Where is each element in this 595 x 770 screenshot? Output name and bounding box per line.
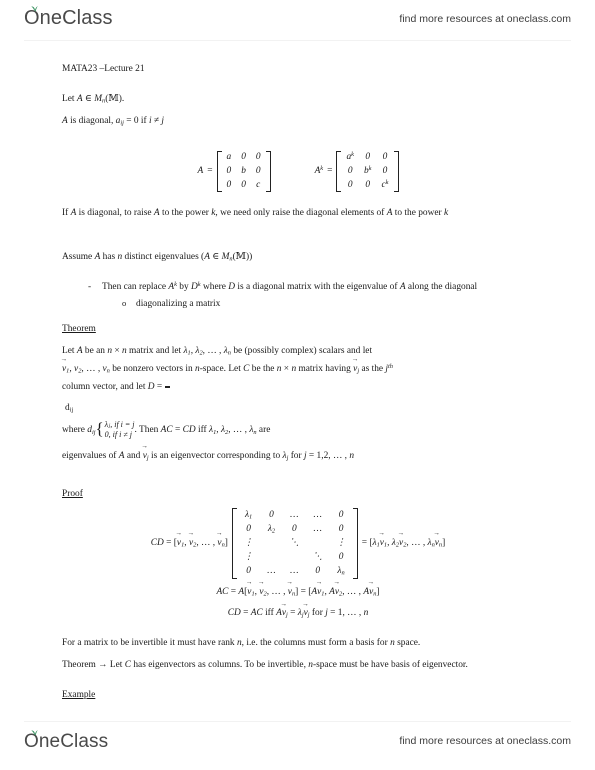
theorem-heading: Theorem bbox=[62, 324, 96, 335]
example-heading: Example bbox=[62, 690, 96, 701]
line-a-is-diagonal: A is diagonal, aij = 0 if i ≠ j bbox=[62, 116, 165, 128]
matrix-a-equation: A = a00 0b0 00c bbox=[197, 150, 271, 192]
matrix-row: ⋮ ⋱ ⋮ bbox=[243, 538, 346, 549]
matrix-row: 00c bbox=[226, 179, 261, 190]
matrix-row: 0…… 0 λn bbox=[246, 566, 345, 578]
cases-dij: {λⱼ, if i = j 0, if i ≠ j bbox=[95, 419, 135, 439]
matrix-row: 0 λ2 0… 0 bbox=[246, 524, 344, 535]
proof-equation-ac: AC = A[v1, v2, … , vn] = [Av1, Av2, … , … bbox=[62, 585, 534, 600]
matrix-dij bbox=[164, 385, 170, 388]
brand-logo-header[interactable]: OneClass bbox=[24, 6, 113, 28]
theorem-line-2: v1, v2, … , vn be nonzero vectors in n-s… bbox=[62, 362, 534, 377]
matrix-row: 0 bk 0 bbox=[347, 165, 388, 176]
matrix-a: a00 0b0 00c bbox=[216, 150, 271, 192]
case-not-equal: 0, if i ≠ j bbox=[104, 429, 132, 439]
matrix-row: 0b0 bbox=[226, 165, 261, 176]
proof-heading: Proof bbox=[62, 489, 83, 500]
footer-divider bbox=[24, 721, 571, 722]
bullet-diagonalizing-a-matrix: diagonalizing a matrix bbox=[62, 297, 534, 312]
leaf-icon bbox=[31, 729, 38, 735]
proof-cd-lhs: CD = [v1, v2, … , vn] bbox=[151, 536, 228, 551]
matrix-row: ak 0 0 bbox=[346, 151, 388, 163]
page-header: OneClass find more resources at oneclass… bbox=[0, 0, 595, 44]
footer-tagline: find more resources at oneclass.com bbox=[399, 734, 571, 747]
proof-equation-cd: CD = [v1, v2, … , vn] λ10……0 0λ20…0 ⋮⋱⋮ … bbox=[62, 508, 534, 580]
case-equal: λⱼ, if i = j bbox=[104, 419, 135, 429]
proof-equation-iff: CD = AC iff Avj = λjvj for j = 1, … , n bbox=[62, 606, 534, 621]
paragraph-raise-power: If A is diagonal, to raise A to the powe… bbox=[62, 207, 449, 218]
proof-cd-rhs: = [λ1v1, λ2v2, … , λnvn] bbox=[362, 536, 446, 551]
course-title: MATA23 –Lecture 21 bbox=[62, 64, 145, 74]
page-footer: OneClass find more resources at oneclass… bbox=[0, 724, 595, 758]
theorem-line-1: Let A be an n × n matrix and let λ1, λ2,… bbox=[62, 345, 373, 357]
matrix-row: λ1 0…… 0 bbox=[244, 509, 344, 521]
diagonal-matrix-equations: A = a00 0b0 00c Ak = ak 0 0 0 bk 0 0 0 c… bbox=[62, 145, 534, 198]
matrix-ak-label: Ak bbox=[314, 164, 324, 176]
matrix-a-label: A bbox=[197, 165, 204, 176]
theorem-line-4: eigenvalues of A and vj is an eigenvecto… bbox=[62, 449, 534, 464]
document-body: MATA23 –Lecture 21 Let A ∈ Mn(𝕄). A is d… bbox=[62, 62, 534, 709]
matrix-row: ⋮ ⋱ 0 bbox=[243, 552, 344, 563]
bullet-replace-ak-with-dk: Then can replace Ak by Dk where D is a d… bbox=[62, 280, 534, 295]
matrix-row: a00 bbox=[226, 152, 261, 163]
paragraph-invertible-rank: For a matrix to be invertible it must ha… bbox=[62, 637, 421, 648]
matrix-a-power-k-equation: Ak = ak 0 0 0 bk 0 0 0 ck bbox=[314, 150, 399, 192]
leaf-icon bbox=[31, 6, 38, 12]
matrix-ak: ak 0 0 0 bk 0 0 0 ck bbox=[336, 150, 399, 192]
header-tagline: find more resources at oneclass.com bbox=[399, 13, 571, 25]
paragraph-theorem-arrow: Theorem → Let C has eigenvectors as colu… bbox=[62, 659, 468, 670]
line-let-a-in-mn: Let A ∈ Mn(𝕄). bbox=[62, 94, 125, 105]
matrix-lambda-diagonal: λ1 0…… 0 0 λ2 0… 0 ⋮ ⋱ ⋮ ⋮ ⋱ 0 0…… 0 λn bbox=[231, 508, 358, 580]
theorem-line-3: column vector, and let D = bbox=[62, 380, 534, 395]
brand-logo-footer[interactable]: OneClass bbox=[24, 729, 108, 751]
header-divider bbox=[24, 40, 571, 41]
matrix-row: 0 0 ck bbox=[347, 178, 389, 190]
line-assume-distinct-eigenvalues: Assume A has n distinct eigenvalues (A ∈… bbox=[62, 252, 253, 263]
